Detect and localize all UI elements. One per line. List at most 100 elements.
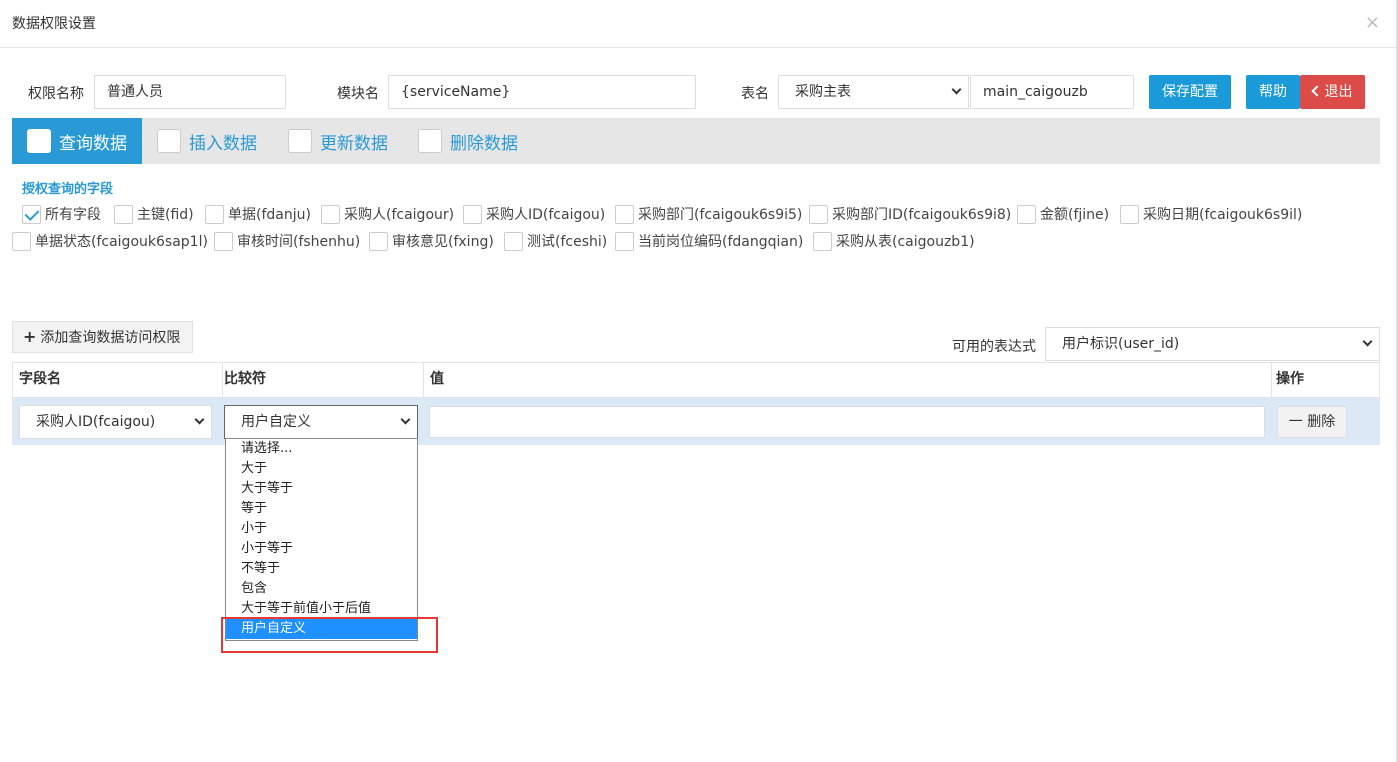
tab-update-label: 更新数据 — [320, 133, 388, 154]
checkbox[interactable] — [114, 204, 133, 224]
field-checkbox[interactable]: 采购从表(caigouzb1) — [813, 231, 975, 251]
section-title: 授权查询的字段 — [22, 182, 114, 197]
field-checkbox[interactable]: 所有字段 — [22, 204, 101, 224]
dropdown-option[interactable]: 大于等于前值小于后值 — [226, 599, 417, 619]
field-checkbox[interactable]: 采购人(fcaigour) — [321, 204, 454, 224]
row-comparator-select[interactable]: 用户自定义 — [224, 405, 418, 439]
dropdown-option[interactable]: 包含 — [226, 579, 417, 599]
row-comparator-value: 用户自定义 — [241, 414, 311, 430]
dialog-header: 数据权限设置 × — [0, 0, 1396, 48]
expression-select-value: 用户标识(user_id) — [1062, 336, 1180, 352]
field-label: 审核时间(fshenhu) — [237, 234, 361, 250]
dropdown-option[interactable]: 大于 — [226, 459, 417, 479]
checkbox[interactable] — [1017, 204, 1036, 224]
field-checkbox[interactable]: 单据(fdanju) — [205, 204, 311, 224]
dropdown-option[interactable]: 不等于 — [226, 559, 417, 579]
field-label: 审核意见(fxing) — [392, 234, 494, 250]
field-label: 所有字段 — [45, 207, 101, 223]
field-label: 采购日期(fcaigouk6s9il) — [1143, 207, 1303, 223]
dropdown-option[interactable]: 大于等于 — [226, 479, 417, 499]
permission-dialog: 数据权限设置 × 权限名称 普通人员 模块名 {serviceName} 表名 … — [0, 0, 1398, 762]
field-label: 主键(fid) — [137, 207, 194, 223]
tab-update[interactable]: 更新数据 — [288, 118, 408, 164]
checkbox[interactable] — [1120, 204, 1139, 224]
field-checkbox[interactable]: 审核时间(fshenhu) — [214, 231, 360, 251]
tab-insert[interactable]: 插入数据 — [157, 118, 277, 164]
checkbox[interactable] — [205, 204, 224, 224]
expression-label: 可用的表达式 — [952, 339, 1036, 355]
checkbox[interactable] — [615, 204, 634, 224]
field-label: 单据(fdanju) — [228, 207, 311, 223]
table-select[interactable]: 采购主表 — [778, 75, 969, 109]
comparator-dropdown: 请选择... 大于 大于等于 等于 小于 小于等于 不等于 包含 大于等于前值小… — [225, 438, 418, 641]
field-checkbox[interactable]: 采购日期(fcaigouk6s9il) — [1120, 204, 1302, 224]
table-label: 表名 — [741, 86, 769, 102]
save-config-button[interactable]: 保存配置 — [1149, 75, 1231, 109]
tab-query-label: 查询数据 — [59, 133, 127, 154]
add-permission-button[interactable]: + 添加查询数据访问权限 — [12, 321, 193, 353]
checkbox[interactable] — [813, 231, 832, 251]
chevron-down-icon — [1362, 336, 1373, 347]
field-label: 金额(fjine) — [1040, 207, 1110, 223]
module-input[interactable]: {serviceName} — [388, 75, 696, 109]
dropdown-option[interactable]: 请选择... — [226, 439, 417, 459]
checkbox[interactable] — [369, 231, 388, 251]
field-checkbox[interactable]: 当前岗位编码(fdangqian) — [615, 231, 803, 251]
field-checkbox[interactable]: 采购部门(fcaigouk6s9i5) — [615, 204, 802, 224]
chevron-down-icon — [194, 414, 205, 425]
row-field-select[interactable]: 采购人ID(fcaigou) — [19, 405, 212, 439]
plus-icon: + — [23, 327, 37, 346]
exit-button[interactable]: 退出 — [1300, 75, 1365, 109]
table-header: 字段名 比较符 值 操作 — [12, 362, 1380, 398]
checkbox[interactable] — [321, 204, 340, 224]
field-checkbox[interactable]: 审核意见(fxing) — [369, 231, 494, 251]
tab-query[interactable]: 查询数据 — [12, 118, 142, 164]
field-checkbox[interactable]: 单据状态(fcaigouk6sap1l) — [12, 231, 208, 251]
field-label: 采购部门(fcaigouk6s9i5) — [638, 207, 803, 223]
row-field-value: 采购人ID(fcaigou) — [36, 414, 156, 430]
field-checkbox[interactable]: 主键(fid) — [114, 204, 194, 224]
delete-button[interactable]: 一 删除 — [1277, 406, 1347, 438]
checkbox[interactable] — [12, 231, 31, 251]
tab-bar: 查询数据 插入数据 更新数据 删除数据 — [12, 118, 1380, 164]
field-checkbox[interactable]: 采购人ID(fcaigou) — [463, 204, 605, 224]
tab-insert-label: 插入数据 — [189, 133, 257, 154]
field-label: 采购从表(caigouzb1) — [836, 234, 975, 250]
help-button[interactable]: 帮助 — [1246, 75, 1300, 109]
tab-update-checkbox[interactable] — [288, 129, 312, 153]
tab-delete-checkbox[interactable] — [418, 129, 442, 153]
chevron-down-icon — [400, 414, 411, 425]
field-label: 采购人(fcaigour) — [344, 207, 455, 223]
field-checkbox[interactable]: 金额(fjine) — [1017, 204, 1109, 224]
table-code-input[interactable]: main_caigouzb — [970, 75, 1134, 109]
checkbox[interactable] — [615, 231, 634, 251]
field-checkbox[interactable]: 采购部门ID(fcaigouk6s9i8) — [809, 204, 1011, 224]
checkbox[interactable] — [463, 204, 482, 224]
tab-query-checkbox[interactable] — [27, 129, 51, 153]
add-permission-label: 添加查询数据访问权限 — [40, 330, 181, 346]
dropdown-option[interactable]: 等于 — [226, 499, 417, 519]
dropdown-option[interactable]: 小于等于 — [226, 539, 417, 559]
field-label: 采购人ID(fcaigou) — [486, 207, 606, 223]
field-label: 单据状态(fcaigouk6sap1l) — [35, 234, 208, 250]
perm-name-input[interactable]: 普通人员 — [94, 75, 286, 109]
field-label: 当前岗位编码(fdangqian) — [638, 234, 804, 250]
row-value-input[interactable] — [429, 406, 1265, 438]
field-label: 采购部门ID(fcaigouk6s9i8) — [832, 207, 1012, 223]
dialog-title: 数据权限设置 — [12, 16, 96, 32]
header-comparator: 比较符 — [218, 363, 424, 397]
chevron-down-icon — [951, 84, 962, 95]
expression-select[interactable]: 用户标识(user_id) — [1045, 327, 1380, 361]
header-action: 操作 — [1276, 371, 1304, 387]
checkbox[interactable] — [214, 231, 233, 251]
close-icon[interactable]: × — [1365, 12, 1380, 33]
tab-insert-checkbox[interactable] — [157, 129, 181, 153]
header-field: 字段名 — [13, 363, 223, 397]
checkbox[interactable] — [504, 231, 523, 251]
checkbox[interactable] — [22, 204, 41, 224]
checkbox[interactable] — [809, 204, 828, 224]
field-checkbox[interactable]: 测试(fceshi) — [504, 231, 607, 251]
chevron-left-icon — [1310, 85, 1323, 97]
tab-delete[interactable]: 删除数据 — [418, 118, 538, 164]
dropdown-option[interactable]: 小于 — [226, 519, 417, 539]
